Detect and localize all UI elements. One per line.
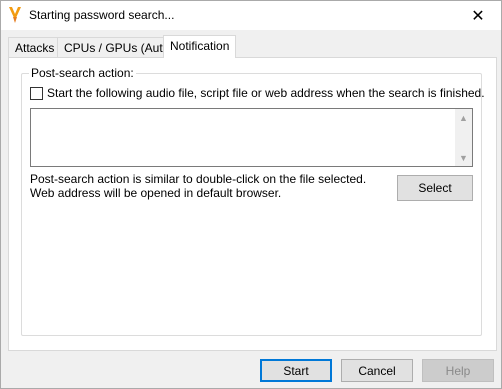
tab-label: CPUs / GPUs (Auto) [64,41,174,55]
start-button-label: Start [283,363,309,378]
start-file-checkbox-row[interactable]: Start the following audio file, script f… [30,86,485,100]
start-button[interactable]: Start [260,359,332,382]
tab-label: Notification [170,39,230,53]
tab-strip: Attacks CPUs / GPUs (Auto) Notification [8,35,498,58]
cancel-button-label: Cancel [358,363,396,378]
info-line-2: Web address will be opened in default br… [30,186,282,200]
tab-attacks[interactable]: Attacks [8,37,62,58]
start-file-checkbox[interactable] [30,86,43,100]
dialog-window: Starting password search... ✕ Attacks CP… [0,0,502,389]
info-text: Post-search action is similar to double-… [30,172,366,200]
app-logo-icon [9,7,21,23]
group-label: Post-search action: [29,66,136,80]
tab-cpus-gpus[interactable]: CPUs / GPUs (Auto) [57,37,181,58]
help-button-label: Help [445,363,471,378]
checkbox-label: Start the following audio file, script f… [47,86,485,100]
vertical-scrollbar[interactable]: ▲ ▼ [455,109,472,166]
post-search-path-input[interactable]: ▲ ▼ [30,108,473,167]
tab-notification[interactable]: Notification [163,35,237,58]
window-title: Starting password search... [29,8,175,22]
scroll-down-icon[interactable]: ▼ [455,149,472,166]
tab-label: Attacks [15,41,55,55]
cancel-button[interactable]: Cancel [341,359,413,382]
close-button[interactable]: ✕ [455,1,501,30]
select-button-label: Select [418,181,452,195]
info-line-1: Post-search action is similar to double-… [30,172,367,186]
select-button[interactable]: Select [397,175,473,201]
help-button: Help [422,359,494,382]
title-bar[interactable]: Starting password search... ✕ [1,1,501,30]
close-icon: ✕ [471,7,485,25]
scroll-up-icon[interactable]: ▲ [455,109,472,126]
